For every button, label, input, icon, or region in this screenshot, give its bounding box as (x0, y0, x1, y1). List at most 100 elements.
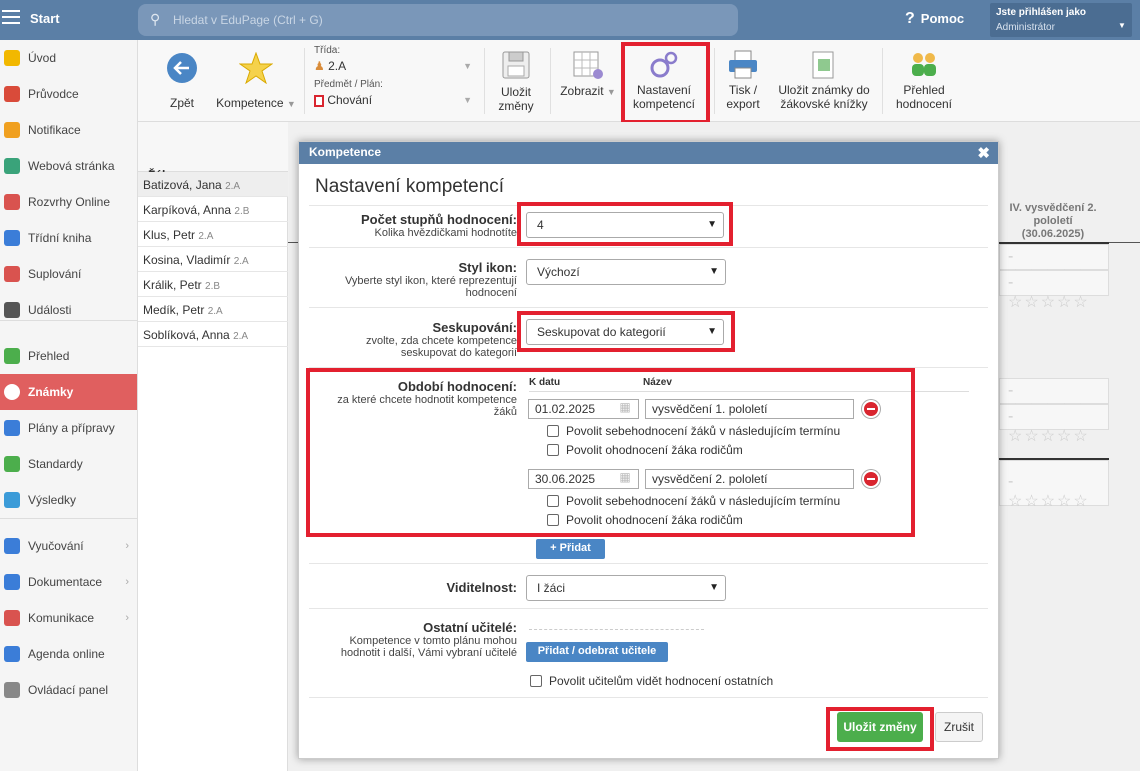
checkbox-icon[interactable] (530, 675, 542, 687)
student-name: Soblíková, Anna (143, 328, 230, 342)
save-label-line2: změny (498, 99, 534, 113)
sidebar-item-13[interactable]: Výsledky (0, 482, 137, 518)
student-name: Králik, Petr (143, 278, 202, 292)
student-name: Klus, Petr (143, 228, 196, 242)
competence-label: Kompetence (216, 96, 284, 110)
period-name-input[interactable]: vysvědčení 2. pololetí (645, 469, 854, 489)
cancel-button[interactable]: Zrušit (935, 712, 983, 742)
student-row[interactable]: Batizová, Jana 2.A (138, 172, 288, 197)
sidebar-item-17[interactable]: Agenda online (0, 636, 137, 672)
star-icon (4, 50, 20, 66)
sidebar-item-7[interactable]: Suplování (0, 256, 137, 292)
student-row[interactable]: Medík, Petr 2.A (138, 297, 288, 322)
grouping-label-block: Seskupování: zvolte, zda chcete kompeten… (307, 320, 517, 359)
sidebar-item-10[interactable]: Známky (0, 374, 137, 410)
visibility-select[interactable]: I žáci ▼ (526, 575, 726, 601)
student-row[interactable]: Králik, Petr 2.B (138, 272, 288, 297)
checkbox-icon[interactable] (547, 444, 559, 456)
sidebar-item-16[interactable]: Komunikace › (0, 600, 137, 636)
hamburger-menu-icon[interactable] (2, 10, 20, 24)
class-label: Třída: (314, 45, 341, 56)
remove-period-icon[interactable] (862, 470, 880, 488)
chevron-down-icon: ▼ (463, 61, 472, 71)
sidebar-item-label: Vyučování (28, 539, 84, 553)
period-name-input[interactable]: vysvědčení 1. pololetí (645, 399, 854, 419)
star-rating-row[interactable]: - ☆☆☆☆☆ (999, 404, 1109, 445)
help-button[interactable]: ? Pomoc (905, 10, 964, 28)
highlight-save (826, 707, 934, 751)
user-menu[interactable]: Jste přihlášen jako Administrátor ▼ (990, 3, 1132, 37)
student-list: Žák ▲ / Třída Batizová, Jana 2.AKarpíkov… (138, 122, 288, 771)
class-select[interactable]: ♟ 2.A ▼ (314, 59, 472, 77)
search-box[interactable]: ⚲ Hledat v EduPage (Ctrl + G) (138, 4, 738, 36)
savebook-label-line2: žákovské knížky (780, 97, 868, 111)
wand-icon (4, 86, 20, 102)
save-changes-toolbar-button[interactable]: Uložit změny (488, 50, 544, 113)
show-label: Zobrazit (560, 84, 604, 98)
column-header: IV. vysvědčení 2. pololetí (30.06.2025) (993, 202, 1113, 241)
sidebar-item-2[interactable]: Průvodce (0, 76, 137, 112)
remove-period-icon[interactable] (862, 400, 880, 418)
calendar-icon[interactable]: ▦ (615, 400, 635, 418)
chevron-down-icon: ▼ (709, 582, 719, 593)
teachers-desc2: hodnotit i další, Vámi vybraní učitelé (340, 647, 517, 659)
caret-icon: ▼ (286, 99, 296, 109)
sidebar-item-5[interactable]: Rozvrhy Online (0, 184, 137, 220)
print-label-line2: export (726, 97, 760, 111)
users-icon (912, 53, 936, 76)
close-icon[interactable]: ✖ (977, 144, 990, 162)
sidebar-item-label: Úvod (28, 51, 57, 65)
print-export-button[interactable]: Tisk / export (718, 50, 768, 111)
sidebar-item-8[interactable]: Události (0, 292, 137, 328)
calendar-icon[interactable]: ▦ (615, 470, 635, 488)
sidebar-item-11[interactable]: Plány a přípravy (0, 410, 137, 446)
back-button[interactable]: Zpět (152, 52, 212, 110)
sidebar-item-15[interactable]: Dokumentace › (0, 564, 137, 600)
student-row[interactable]: Klus, Petr 2.A (138, 222, 288, 247)
teachers-see-others-checkbox[interactable]: Povolit učitelům vidět hodnocení ostatní… (530, 674, 773, 688)
self-evaluation-checkbox[interactable]: Povolit sebehodnocení žáků v následující… (547, 424, 840, 438)
sidebar-item-6[interactable]: Třídní kniha (0, 220, 137, 256)
competence-menu[interactable]: Kompetence ▼ (216, 51, 296, 111)
sidebar-item-18[interactable]: Ovládací panel (0, 672, 137, 708)
star-rating-row[interactable]: - ☆☆☆☆☆ (999, 378, 1109, 419)
sidebar-item-label: Notifikace (28, 123, 81, 137)
star-rating-row[interactable]: - ☆☆☆☆☆ (999, 244, 1109, 285)
sidebar-item-9[interactable]: Přehled (0, 338, 137, 374)
parent-evaluation-checkbox[interactable]: Povolit ohodnocení žáka rodičům (547, 443, 743, 457)
sidebar: Úvod Průvodce Notifikace Webová stránka Rozv… (0, 40, 138, 771)
star-rating-row[interactable]: - ☆☆☆☆☆ (999, 270, 1109, 311)
print-label-line1: Tisk / (728, 83, 758, 97)
student-list-header[interactable]: Žák ▲ / Třída (138, 122, 288, 196)
sidebar-item-1[interactable]: Úvod (0, 40, 137, 76)
student-row[interactable]: Kosina, Vladimír 2.A (138, 247, 288, 272)
people-icon: ♟ (314, 59, 325, 73)
start-link[interactable]: Start (30, 11, 60, 26)
sidebar-item-14[interactable]: Vyučování › (0, 528, 137, 564)
checkbox-icon[interactable] (547, 514, 559, 526)
student-class: 2.B (205, 281, 221, 292)
checkbox-label: Povolit ohodnocení žáka rodičům (566, 513, 743, 527)
sidebar-item-12[interactable]: Standardy (0, 446, 137, 482)
star-rating-row[interactable]: - ☆☆☆☆☆ (999, 460, 1109, 510)
student-row[interactable]: Karpíková, Anna 2.B (138, 197, 288, 222)
chevron-down-icon: ▼ (709, 266, 719, 277)
student-row[interactable]: Soblíková, Anna 2.A (138, 322, 288, 347)
checkbox-icon[interactable] (547, 495, 559, 507)
add-period-button[interactable]: + Přidat (536, 539, 605, 559)
sidebar-item-4[interactable]: Webová stránka (0, 148, 137, 184)
subject-select[interactable]: Chování ▼ (314, 93, 472, 111)
student-class: 2.A (207, 306, 223, 317)
student-name: Medík, Petr (143, 303, 205, 317)
checkbox-icon[interactable] (547, 425, 559, 437)
show-menu[interactable]: Zobrazit ▼ (556, 50, 620, 99)
icon-style-value: Výchozí (537, 265, 580, 279)
add-remove-teachers-button[interactable]: Přidat / odebrat učitele (526, 642, 668, 662)
sidebar-item-3[interactable]: Notifikace (0, 112, 137, 148)
evaluation-overview-button[interactable]: Přehled hodnocení (890, 50, 958, 111)
parent-evaluation-checkbox[interactable]: Povolit ohodnocení žáka rodičům (547, 513, 743, 527)
self-evaluation-checkbox[interactable]: Povolit sebehodnocení žáků v následující… (547, 494, 840, 508)
icon-style-select[interactable]: Výchozí ▼ (526, 259, 726, 285)
search-placeholder[interactable]: Hledat v EduPage (Ctrl + G) (173, 13, 323, 27)
save-to-student-book-button[interactable]: Uložit známky do žákovské knížky (774, 50, 874, 111)
